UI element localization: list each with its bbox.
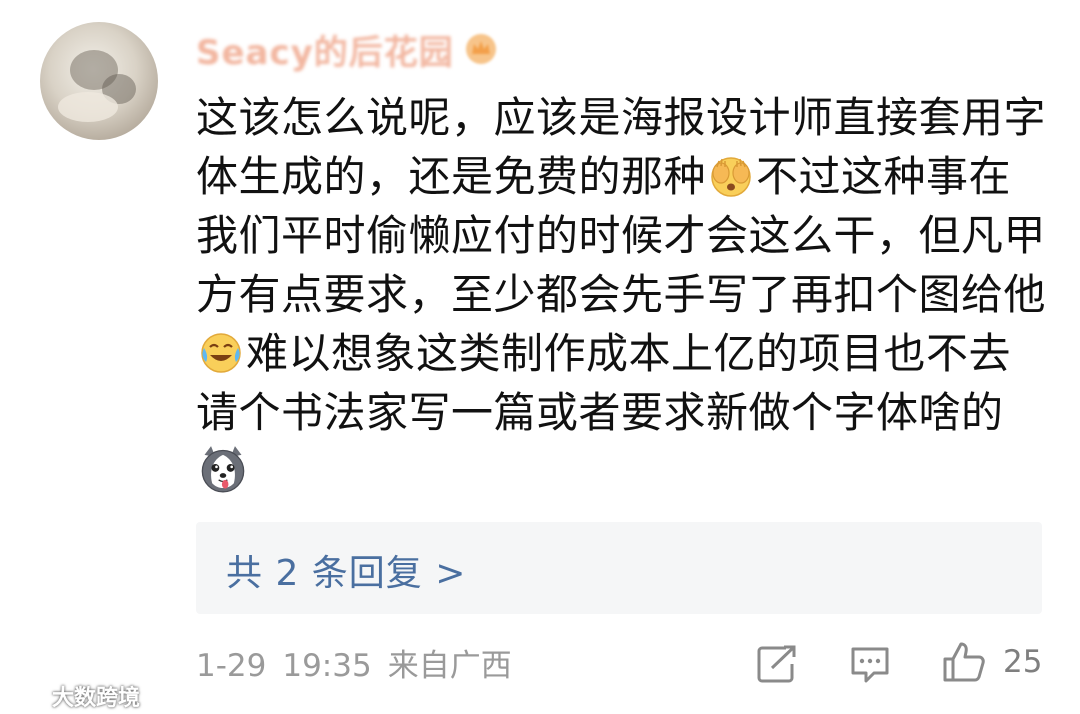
- username-row: Seacy的后花园: [196, 24, 498, 74]
- comment-location: 来自广西: [387, 648, 512, 684]
- comment-icon[interactable]: [850, 645, 890, 685]
- comment-body: 这该怎么说呢，应该是海报设计师直接套用字 体生成的，还是免费的那种 不过这种事在…: [196, 88, 1046, 501]
- comment-date: 1-29: [196, 648, 267, 684]
- share-icon[interactable]: [756, 644, 798, 684]
- comment-line: 我们平时偷懒应付的时候才会这么干，但凡甲: [196, 211, 1047, 260]
- crown-badge-icon: [465, 34, 496, 64]
- replies-box[interactable]: 共 2 条回复 >: [196, 522, 1042, 614]
- comment-line: 请个书法家写一篇或者要求新做个字体啥的: [196, 388, 1004, 437]
- laugh-cry-emoji-icon: [201, 333, 241, 373]
- covering-face-emoji-icon: [711, 157, 751, 197]
- comment-card: Seacy的后花园 这该怎么说呢，应该是海报设计师直接套用字 体生成的，还是免费…: [0, 0, 1080, 714]
- husky-dog-emoji-icon: [201, 446, 245, 493]
- comment-line: 方有点要求，至少都会先手写了再扣个图给他: [196, 270, 1047, 319]
- comment-line: 体生成的，还是免费的那种 不过这种事在: [196, 152, 1012, 201]
- comment-line: [196, 442, 1046, 501]
- watermark: 大数跨境: [8, 680, 140, 712]
- thumbs-up-icon[interactable]: [942, 641, 986, 683]
- watermark-text: 大数跨境: [52, 686, 141, 711]
- view-replies-link[interactable]: 共 2 条回复 >: [226, 544, 466, 596]
- comment-time: 19:35: [282, 648, 372, 684]
- comment-line: 难以想象这类制作成本上亿的项目也不去: [196, 324, 1046, 383]
- like-count: 25: [1003, 644, 1043, 680]
- comment-meta: 1-29 19:35 来自广西: [196, 640, 528, 685]
- avatar[interactable]: [40, 22, 158, 140]
- brand-logo-icon: [10, 687, 48, 706]
- comment-line: 这该怎么说呢，应该是海报设计师直接套用字: [196, 93, 1047, 142]
- username[interactable]: Seacy的后花园: [196, 25, 454, 74]
